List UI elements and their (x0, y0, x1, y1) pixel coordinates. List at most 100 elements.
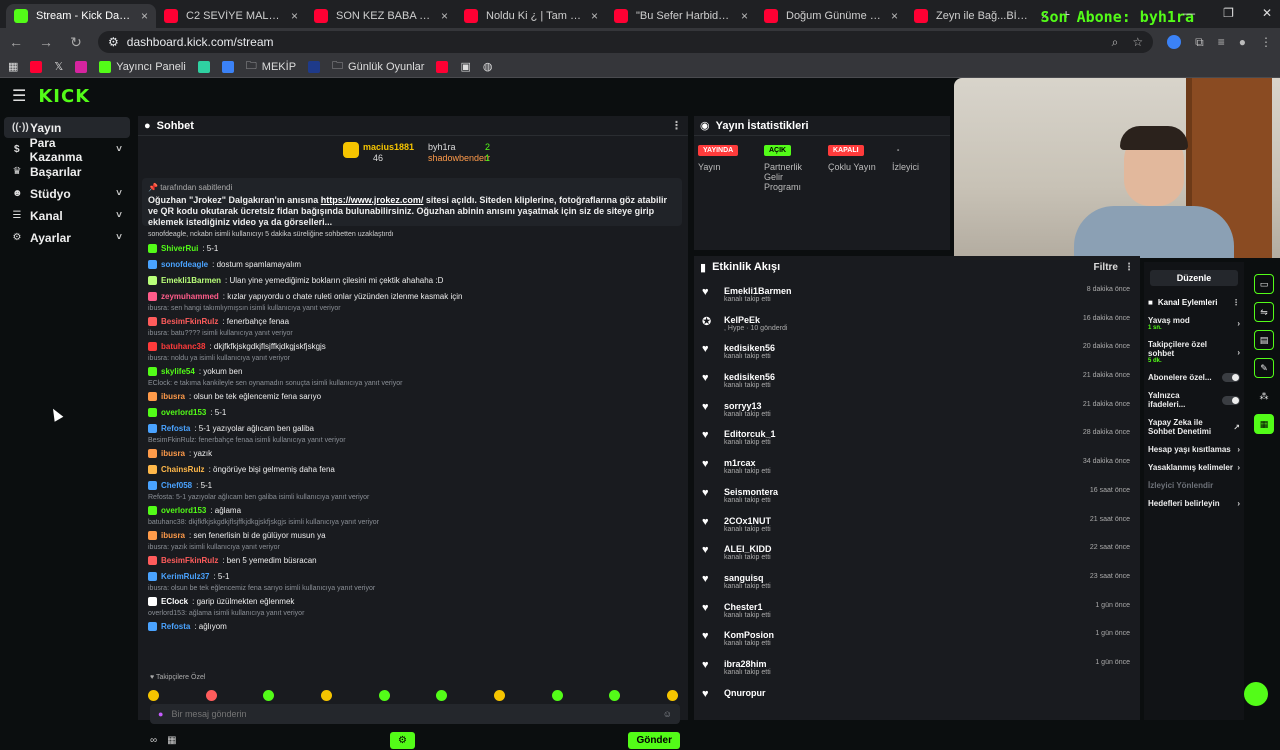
browser-tab[interactable]: Noldu Ki ¿ | Tam Çerezlik | #247 × (456, 4, 606, 28)
activity-item[interactable]: ♥ Chester1 kanalı takip etti 1 gün önce (694, 598, 1140, 627)
menu-dots-icon[interactable]: ⋮ (1260, 35, 1272, 49)
channel-action-item[interactable]: Hesap yaşı kısıtlamas › (1144, 440, 1244, 458)
browser-tab[interactable]: Zeyn ile Bağ...BİTİRMECE | FİN...× (906, 4, 1056, 28)
bookmark-web[interactable]: ◍ (483, 60, 493, 73)
chevron-down-icon[interactable]: ˅ (116, 188, 122, 199)
chevron-right-icon[interactable]: › (1237, 499, 1240, 508)
chevron-right-icon[interactable]: › (1237, 445, 1240, 454)
forward-icon[interactable]: → (38, 34, 54, 50)
chat-username[interactable]: overlord153 (161, 407, 206, 418)
chat-username[interactable]: ibusra (161, 448, 185, 459)
tab-close-icon[interactable]: × (741, 9, 748, 23)
activity-item[interactable]: ✪ KelPeEk, Hype · 10 gönderdi 16 dakika ön… (694, 311, 1140, 340)
chat-tool-icon[interactable]: ▭ (1254, 274, 1274, 294)
chevron-down-icon[interactable]: ˅ (116, 232, 122, 243)
tab-close-icon[interactable]: × (441, 9, 448, 23)
tab-close-icon[interactable]: × (891, 9, 898, 23)
browser-tab[interactable]: "Bu Sefer Harbiden Komik" Kick × (606, 4, 756, 28)
chat-username[interactable]: ChainsRulz (161, 464, 205, 475)
emote-icon[interactable] (609, 689, 621, 701)
chat-username[interactable]: Emekli1Barmen (161, 275, 221, 286)
activity-item[interactable]: ♥ Emekli1Barmen kanalı takip etti 8 dakika … (694, 282, 1140, 311)
chat-username[interactable]: Refosta (161, 423, 190, 434)
bookmark-extra-1[interactable] (197, 60, 210, 73)
bookmark-extra-3[interactable] (308, 60, 321, 73)
kick-logo[interactable]: KICK (38, 86, 90, 107)
activity-item[interactable]: ♥ Qnuropur (694, 684, 1140, 713)
chat-username[interactable]: BesimFkinRulz (161, 316, 218, 327)
reload-icon[interactable]: ↻ (68, 34, 84, 51)
send-button[interactable]: Gönder (628, 731, 680, 749)
bookmark-gunluk-oyunlar[interactable]: 🗀 Günlük Oyunlar (332, 57, 424, 76)
bookmark-yayinci-paneli[interactable]: Yayıncı Paneli (99, 60, 186, 73)
chat-username[interactable]: ShiverRui (161, 243, 198, 254)
chat-username[interactable]: ibusra (161, 391, 185, 402)
gift-icon[interactable]: ▦ (167, 735, 176, 746)
channel-action-item[interactable]: Hedefleri belirleyin › (1144, 494, 1244, 512)
activity-item[interactable]: ♥ m1rcax kanalı takip etti 34 dakika önce (694, 454, 1140, 483)
chat-messages[interactable]: sonofdeagle, nckabn isimli kullanıcıyı 5… (148, 228, 678, 648)
chat-username[interactable]: Refosta (161, 621, 190, 632)
bookmark-x[interactable]: 𝕏 (54, 60, 63, 73)
mic-icon[interactable]: ● (158, 709, 163, 719)
tab-close-icon[interactable]: × (141, 9, 148, 23)
back-icon[interactable]: ← (8, 34, 24, 50)
bookmark-youtube-2[interactable] (436, 60, 449, 73)
activity-item[interactable]: ♥ sorryy13 kanalı takip etti 21 dakika önce (694, 397, 1140, 426)
channel-action-item[interactable]: Yalnızca ifadeleri... (1144, 386, 1244, 413)
help-fab-icon[interactable] (1244, 682, 1268, 706)
emote-icon[interactable] (666, 689, 678, 701)
emoji-icon[interactable]: ☺ (663, 709, 672, 719)
emote-icon[interactable] (263, 689, 275, 701)
sidebar-item-1[interactable]: $ Para Kazanma ˅ (4, 136, 130, 164)
sidebar-item-4[interactable]: ☰ Kanal ˅ (4, 205, 130, 226)
activity-item[interactable]: ♥ ibra28him kanalı takip etti 1 gün önce (694, 655, 1140, 684)
chevron-right-icon[interactable]: › (1237, 463, 1240, 472)
activity-item[interactable]: ♥ kedisiken56 kanalı takip etti 21 dakika ö… (694, 368, 1140, 397)
browser-tab[interactable]: Doğum Günüme Özel | Ruddy × (756, 4, 906, 28)
hamburger-menu-icon[interactable]: ☰ (12, 86, 26, 106)
tab-close-icon[interactable]: × (591, 9, 598, 23)
bookmark-image[interactable]: ▣ (460, 60, 470, 73)
emote-icon[interactable] (436, 689, 448, 701)
activity-item[interactable]: ♥ 2COx1NUT kanalı takip etti 21 saat önce (694, 512, 1140, 541)
apps-grid-icon[interactable]: ▦ (8, 60, 18, 73)
site-info-icon[interactable]: ⚙ (108, 35, 119, 49)
emote-icon[interactable] (551, 689, 563, 701)
chat-tools-icon[interactable]: ∞ (150, 735, 157, 746)
bookmark-mekip[interactable]: 🗀 MEKİP (246, 57, 296, 76)
link-tool-icon[interactable]: ⇋ (1254, 302, 1274, 322)
activity-item[interactable]: ♥ KomPosion kanalı takip etti 1 gün önce (694, 626, 1140, 655)
url-bar[interactable]: ⚙ dashboard.kick.com/stream ⌕ ☆ (98, 31, 1154, 53)
channel-action-item[interactable]: Abonelere özel... (1144, 368, 1244, 386)
emote-icon[interactable] (378, 689, 390, 701)
browser-tab[interactable]: C2 SEVİYE MALLAR - YouTube × (156, 4, 306, 28)
maximize-icon[interactable]: ❐ (1223, 6, 1234, 20)
activity-item[interactable]: ♥ Seismontera kanalı takip etti 16 saat önc… (694, 483, 1140, 512)
share-tool-icon[interactable]: ⁂ (1254, 386, 1274, 406)
chat-username[interactable]: sonofdeagle (161, 259, 208, 270)
channel-action-item[interactable]: Yasaklanmış kelimeler › (1144, 458, 1244, 476)
wrench-tool-icon[interactable]: ✎ (1254, 358, 1274, 378)
chat-username[interactable]: Chef058 (161, 480, 192, 491)
store-tool-icon[interactable]: ▤ (1254, 330, 1274, 350)
bookmark-star-icon[interactable]: ☆ (1132, 35, 1143, 50)
tab-close-icon[interactable]: × (291, 9, 298, 23)
chat-settings-icon[interactable]: ⚙ (390, 731, 415, 749)
bookmark-youtube[interactable] (30, 60, 43, 73)
chevron-down-icon[interactable]: ˅ (116, 210, 122, 221)
chat-input[interactable] (171, 709, 655, 719)
channel-action-item[interactable]: Yavaş mod 1 sn. › (1144, 311, 1244, 335)
emote-icon[interactable] (205, 689, 217, 701)
external-link-icon[interactable]: ↗ (1233, 423, 1240, 432)
filter-button[interactable]: Filtre (1094, 262, 1118, 273)
chevron-down-icon[interactable]: ˅ (116, 144, 122, 155)
activity-menu-icon[interactable]: ⋮ (1124, 262, 1134, 273)
channel-action-item[interactable]: Yapay Zeka ile Sohbet Denetimi ↗ (1144, 413, 1244, 440)
chat-username[interactable]: skylife54 (161, 366, 195, 377)
emote-icon[interactable] (320, 689, 332, 701)
puzzle-icon[interactable]: ⧉ (1195, 35, 1204, 50)
zoom-icon[interactable]: ⌕ (1112, 35, 1119, 50)
pinned-link[interactable]: https://www.jrokez.com/ (321, 195, 424, 205)
chat-username[interactable]: overlord153 (161, 505, 206, 516)
